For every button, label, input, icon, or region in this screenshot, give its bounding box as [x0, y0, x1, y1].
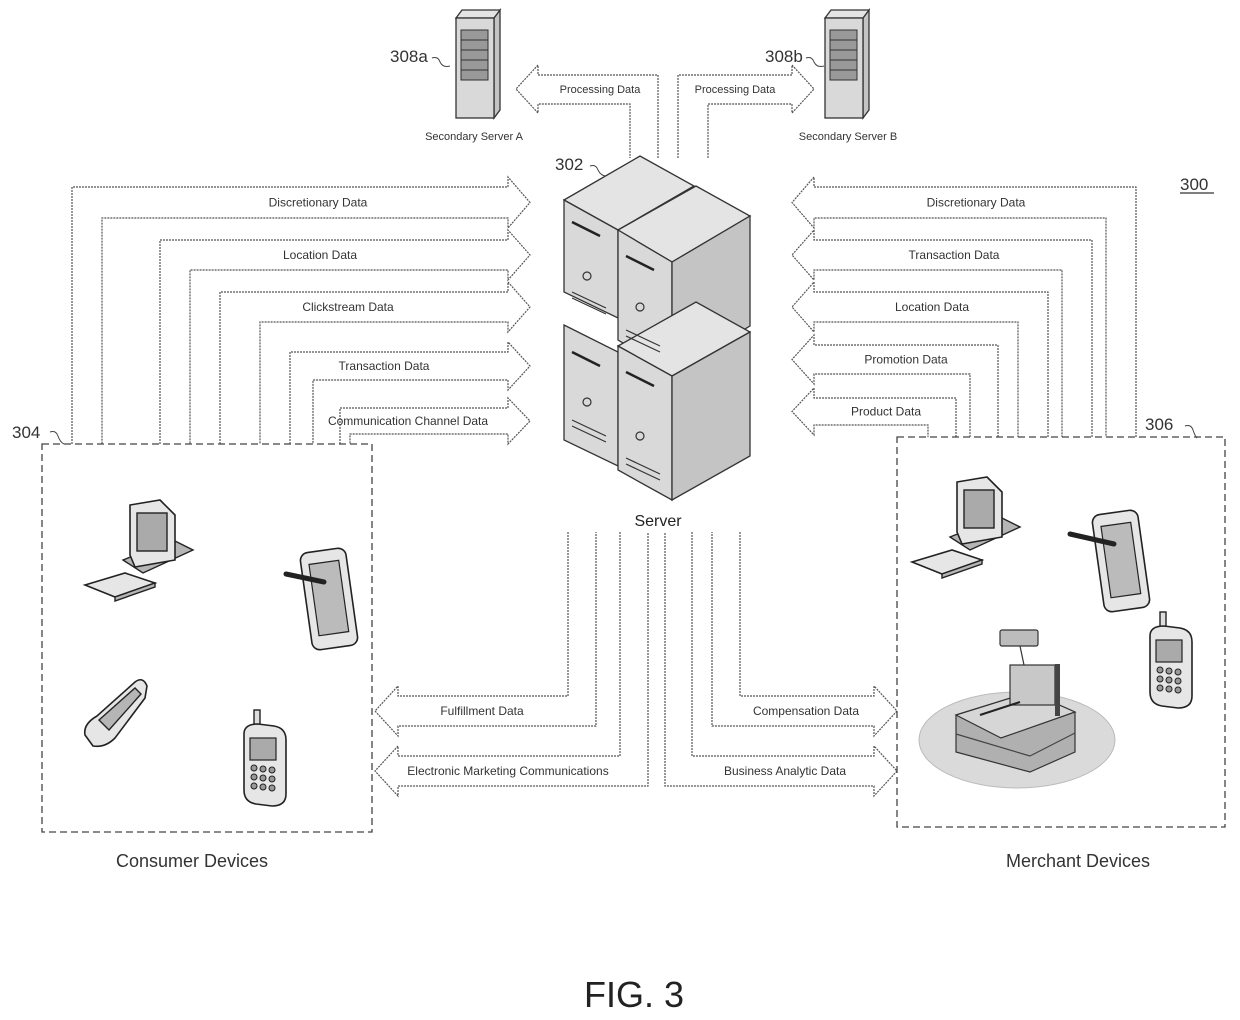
secondary-server-a: 308a Secondary Server A	[390, 8, 524, 143]
cell-phone-icon	[243, 709, 287, 807]
server-cluster-icon	[562, 155, 752, 502]
leader-line	[805, 57, 825, 67]
flow-label: Electronic Marketing Communications	[407, 764, 608, 778]
secondary-server-a-label: Secondary Server A	[425, 131, 523, 143]
merchant-devices-group: 306 Merchant Devices	[896, 415, 1226, 871]
system-diagram: 308a Secondary Server A 308b Secondary S…	[12, 8, 1226, 1015]
server-label: Server	[634, 513, 682, 530]
flip-phone-icon	[83, 678, 148, 748]
tablet-with-stylus-icon	[283, 547, 359, 651]
ref-306: 306	[1145, 415, 1173, 434]
desktop-computer-icon	[82, 499, 195, 602]
merchant-to-server-arrows: Discretionary Data Transaction Data Locati…	[791, 175, 1137, 437]
flow-label: Processing Data	[695, 84, 777, 96]
flow-label: Discretionary Data	[269, 196, 368, 210]
figure-caption: FIG. 3	[584, 974, 684, 1015]
flow-label: Transaction Data	[909, 248, 1000, 262]
point-of-sale-register-icon	[918, 629, 1116, 789]
flow-label: Communication Channel Data	[328, 414, 488, 428]
system-ref-300: 300	[1180, 175, 1208, 194]
flow-label: Location Data	[283, 248, 357, 262]
ref-308a: 308a	[390, 47, 428, 66]
arrow-fulfillment-data: Fulfillment Data	[374, 532, 597, 738]
leader-line	[589, 165, 607, 177]
arrow-business-analytic-data: Business Analytic Data	[664, 532, 898, 798]
arrow-processing-data-b: Processing Data	[677, 63, 815, 158]
flow-label: Business Analytic Data	[724, 764, 846, 778]
tower-server-icon	[454, 8, 502, 120]
flow-label: Processing Data	[560, 84, 642, 96]
flow-label: Product Data	[851, 405, 921, 419]
ref-308b: 308b	[765, 47, 803, 66]
flow-label: Clickstream Data	[302, 300, 394, 314]
consumer-devices-label: Consumer Devices	[116, 851, 268, 871]
desktop-computer-icon	[909, 476, 1022, 579]
cell-phone-icon	[1149, 611, 1193, 709]
ref-304: 304	[12, 423, 40, 442]
ref-302: 302	[555, 155, 583, 174]
consumer-devices-group: 304 Consumer Devices	[12, 423, 373, 871]
flow-label: Compensation Data	[753, 704, 859, 718]
flow-label: Fulfillment Data	[440, 704, 524, 718]
main-server: 302 Server	[555, 155, 752, 530]
flow-label: Location Data	[895, 300, 969, 314]
flow-label: Promotion Data	[864, 353, 948, 367]
tablet-with-stylus-icon	[1067, 509, 1151, 613]
tower-server-icon	[823, 8, 871, 120]
leader-line	[1184, 425, 1198, 439]
merchant-devices-label: Merchant Devices	[1006, 851, 1150, 871]
arrow-processing-data-a: Processing Data	[515, 63, 659, 158]
arrow-merchant-product-data: Product Data	[791, 386, 957, 437]
flow-label: Discretionary Data	[927, 196, 1026, 210]
leader-line	[431, 57, 451, 67]
secondary-server-b-label: Secondary Server B	[799, 131, 897, 143]
arrow-electronic-marketing-communications: Electronic Marketing Communications	[374, 532, 649, 798]
arrow-consumer-communication-channel-data: Communication Channel Data	[328, 396, 531, 446]
flow-label: Transaction Data	[339, 359, 430, 373]
leader-line	[49, 431, 65, 445]
consumer-to-server-arrows: Discretionary Data Location Data Clickstre…	[71, 175, 531, 446]
arrow-compensation-data: Compensation Data	[711, 532, 898, 738]
